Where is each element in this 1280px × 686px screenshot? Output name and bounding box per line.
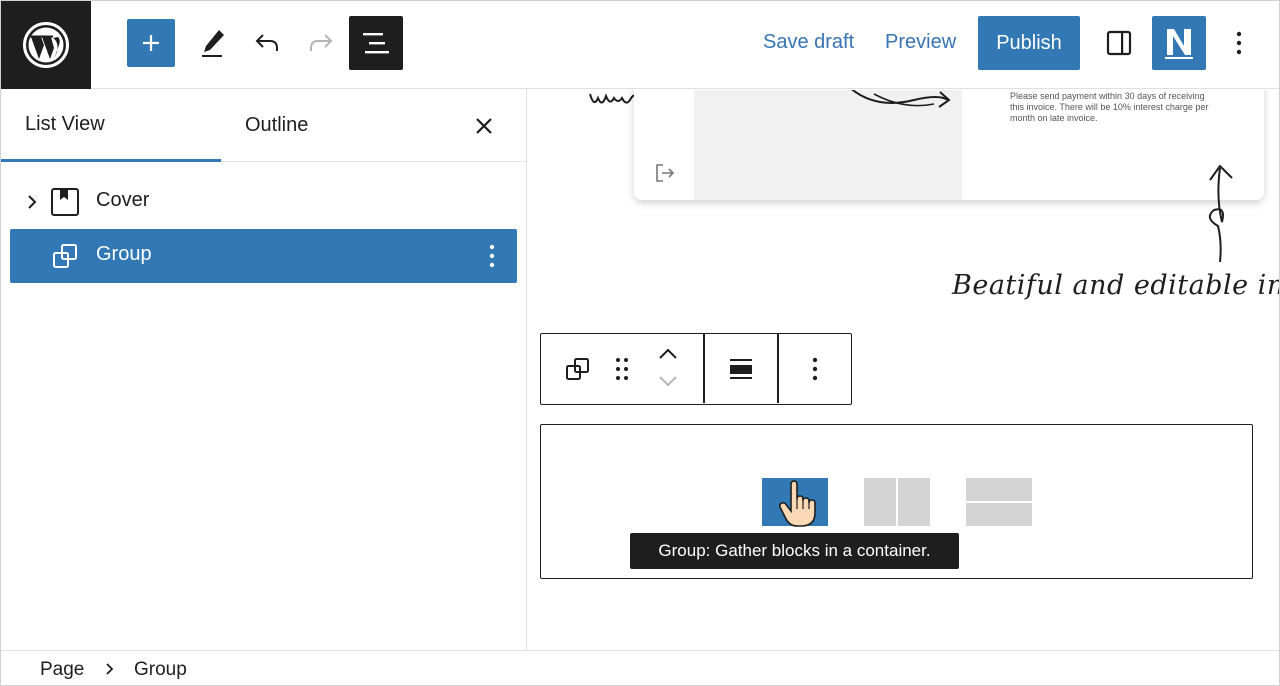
align-button[interactable] bbox=[705, 334, 777, 403]
block-type-button[interactable] bbox=[555, 334, 601, 403]
undo-icon bbox=[255, 34, 278, 51]
payment-note: Please send payment within 30 days of re… bbox=[1010, 91, 1209, 123]
list-item-group[interactable]: Group bbox=[10, 229, 517, 283]
list-view-button[interactable] bbox=[349, 16, 403, 70]
group-icon bbox=[566, 357, 589, 380]
tab-list-view[interactable]: List View bbox=[1, 89, 221, 162]
pen-icon bbox=[202, 30, 224, 57]
move-down-icon bbox=[659, 376, 677, 387]
block-options-button[interactable] bbox=[779, 334, 851, 403]
invoice-preview-card: Please send payment within 30 days of re… bbox=[634, 90, 1264, 200]
row-variation-icon bbox=[864, 478, 930, 526]
cover-block-icon bbox=[51, 188, 79, 216]
chevron-right-icon bbox=[106, 663, 114, 675]
add-block-button[interactable] bbox=[127, 19, 175, 67]
undo-button[interactable] bbox=[245, 17, 289, 69]
editor-canvas[interactable]: Please send payment within 30 days of re… bbox=[528, 90, 1280, 650]
redo-button[interactable] bbox=[299, 17, 343, 69]
options-kebab-icon bbox=[812, 357, 818, 380]
curly-arrow-doodle bbox=[1208, 164, 1233, 263]
n-logo-icon bbox=[1165, 29, 1193, 59]
close-panel-button[interactable] bbox=[467, 109, 501, 143]
kebab-icon bbox=[1236, 31, 1242, 55]
wordpress-icon bbox=[23, 22, 69, 68]
breadcrumb: Page Group bbox=[1, 650, 1279, 685]
variation-row-button[interactable] bbox=[864, 478, 930, 526]
editor-header: Save draft Preview Publish bbox=[1, 1, 1279, 89]
arrow-doodle bbox=[851, 90, 951, 108]
list-item-label: Group bbox=[96, 243, 152, 265]
card-gray-panel bbox=[694, 90, 962, 200]
move-up-icon bbox=[659, 348, 677, 359]
preview-button[interactable]: Preview bbox=[885, 31, 956, 54]
list-item-label: Cover bbox=[96, 189, 150, 211]
redo-icon bbox=[310, 34, 333, 51]
tooltip: Group: Gather blocks in a container. bbox=[630, 533, 959, 569]
variation-stack-button[interactable] bbox=[966, 478, 1032, 526]
block-options-kebab-icon[interactable] bbox=[480, 242, 504, 270]
editor-window: Save draft Preview Publish List View Out… bbox=[0, 0, 1280, 686]
group-block-icon bbox=[53, 244, 77, 268]
more-options-button[interactable] bbox=[1217, 17, 1261, 69]
group-block-placeholder[interactable]: Group: Gather blocks in a container. bbox=[540, 424, 1253, 579]
drag-handle-icon bbox=[616, 357, 628, 380]
breadcrumb-page[interactable]: Page bbox=[40, 659, 84, 681]
align-icon bbox=[730, 358, 752, 379]
panel-tabs: List View Outline bbox=[1, 89, 527, 162]
script-heading: Beatiful and editable inv bbox=[952, 270, 1280, 301]
plugin-n-button[interactable] bbox=[1152, 16, 1206, 70]
close-icon bbox=[476, 118, 492, 134]
settings-sidebar-button[interactable] bbox=[1097, 17, 1141, 69]
tools-button[interactable] bbox=[191, 17, 235, 69]
hand-pointer-icon bbox=[778, 480, 816, 527]
move-up-button[interactable] bbox=[647, 340, 689, 368]
logout-icon bbox=[656, 164, 675, 182]
block-toolbar bbox=[540, 333, 852, 405]
plus-icon bbox=[143, 35, 159, 51]
list-view-panel: List View Outline Cover Group bbox=[1, 89, 527, 650]
list-view-icon bbox=[363, 33, 389, 54]
wordpress-logo-button[interactable] bbox=[1, 1, 91, 89]
move-down-button[interactable] bbox=[647, 368, 689, 394]
tab-outline[interactable]: Outline bbox=[221, 89, 441, 162]
chevron-right-icon[interactable] bbox=[22, 192, 42, 212]
breadcrumb-group[interactable]: Group bbox=[134, 659, 187, 681]
sidebar-toggle-icon bbox=[1106, 30, 1132, 56]
drag-handle[interactable] bbox=[601, 334, 643, 403]
save-draft-button[interactable]: Save draft bbox=[763, 31, 854, 54]
list-item-cover[interactable]: Cover bbox=[10, 175, 517, 229]
publish-button[interactable]: Publish bbox=[978, 16, 1080, 70]
stack-variation-icon bbox=[966, 478, 1032, 526]
